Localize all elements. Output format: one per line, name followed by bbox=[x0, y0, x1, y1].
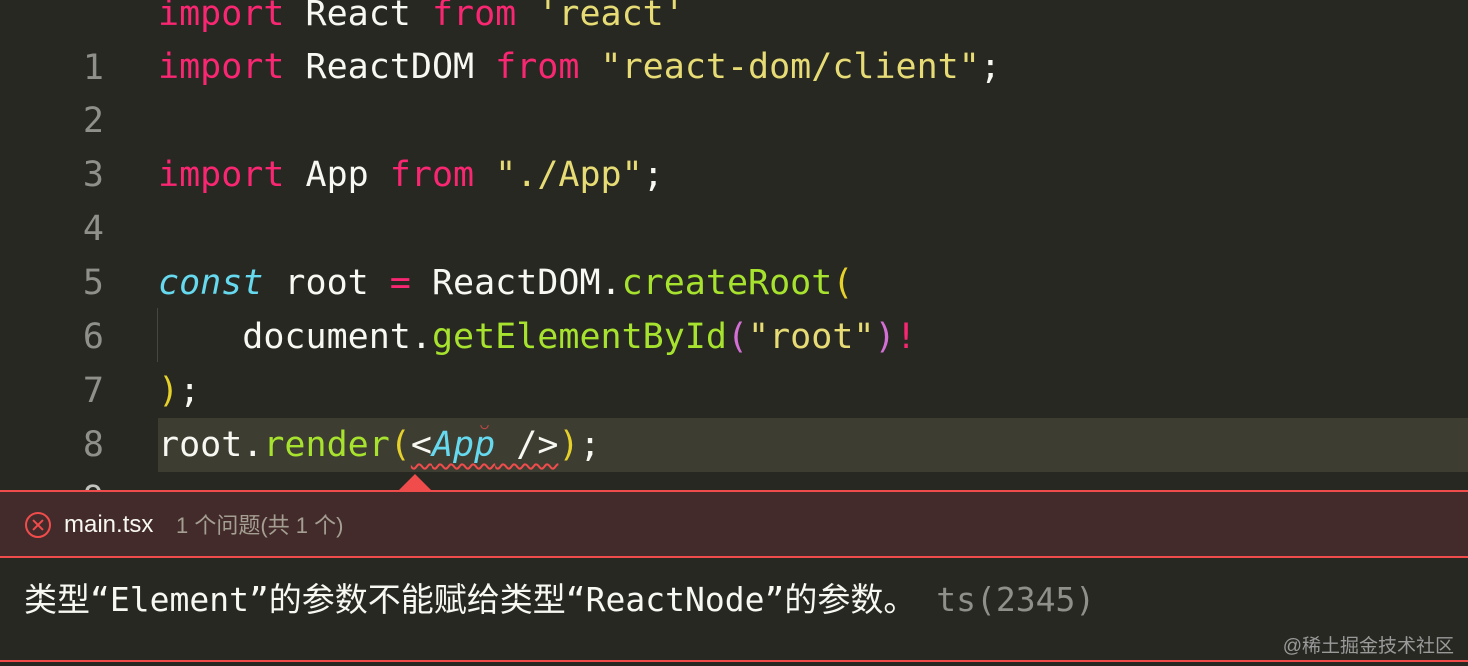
code-line[interactable]: 7 document.getElementById("root")! bbox=[0, 310, 1468, 411]
watermark: @稀土掘金技术社区 bbox=[1282, 636, 1454, 657]
line-code: ); bbox=[158, 364, 1468, 418]
peek-problem-count: 1 个问题(共 1 个) bbox=[176, 513, 344, 538]
token-plain: ReactDOM. bbox=[410, 263, 622, 303]
token-function: getElementById bbox=[431, 317, 727, 357]
token-function: render bbox=[263, 425, 390, 465]
token-bracket: ( bbox=[726, 317, 749, 357]
token-keyword: from bbox=[495, 47, 580, 87]
line-code: const root = ReactDOM.createRoot( bbox=[158, 256, 1468, 310]
token-function: createRoot bbox=[621, 263, 833, 303]
token-keyword: import bbox=[158, 47, 285, 87]
code-line[interactable]: 3 bbox=[0, 94, 1468, 195]
error-code[interactable]: ts(2345) bbox=[936, 580, 1095, 619]
line-code: document.getElementById("root")! bbox=[158, 310, 1468, 364]
token-keyword: from bbox=[389, 155, 475, 195]
peek-header: main.tsx 1 个问题(共 1 个) bbox=[0, 490, 1468, 558]
token-operator: = bbox=[389, 263, 411, 303]
code-line-current[interactable]: 9 root.render(<App />); bbox=[0, 418, 1468, 519]
token-plain: root. bbox=[158, 425, 264, 465]
token-plain: document. bbox=[158, 317, 432, 357]
token-punct: ; bbox=[642, 155, 664, 195]
token-punct: ; bbox=[979, 47, 1001, 87]
token-punct: ; bbox=[579, 425, 601, 465]
error-icon bbox=[25, 512, 51, 538]
token-operator: ! bbox=[895, 317, 917, 357]
token-component: App bbox=[431, 425, 496, 465]
code-line[interactable]: 5 bbox=[0, 202, 1468, 303]
token-tag-close: /> bbox=[495, 425, 559, 465]
code-line[interactable]: 8 ); bbox=[0, 364, 1468, 465]
peek-pointer bbox=[398, 474, 432, 491]
token-bracket: ) bbox=[158, 371, 180, 411]
code-line[interactable]: 4 import App from "./App"; bbox=[0, 148, 1468, 249]
code-editor[interactable]: 1 import React from 'react' 2 import Rea… bbox=[0, 0, 1468, 666]
code-line[interactable]: 6 const root = ReactDOM.createRoot( bbox=[0, 256, 1468, 357]
token-keyword: import bbox=[158, 155, 285, 195]
token-plain: React bbox=[284, 0, 432, 34]
token-punct: ; bbox=[179, 371, 201, 411]
token-bracket: ( bbox=[832, 263, 854, 303]
line-code: import App from "./App"; bbox=[158, 148, 1468, 202]
token-keyword: import bbox=[158, 0, 285, 34]
token-bracket: ) bbox=[558, 425, 580, 465]
line-code: import React from 'react' bbox=[158, 0, 1468, 41]
token-plain: root bbox=[263, 263, 390, 303]
error-squiggle[interactable]: <App /> bbox=[410, 425, 559, 465]
token-bracket: ( bbox=[389, 425, 411, 465]
code-line[interactable]: 2 import ReactDOM from "react-dom/client… bbox=[0, 40, 1468, 141]
token-storage: const bbox=[158, 263, 264, 303]
token-keyword: from bbox=[431, 0, 517, 34]
line-code: root.render(<App />); bbox=[158, 418, 1468, 472]
token-plain: App bbox=[284, 155, 390, 195]
error-message: 类型“Element”的参数不能赋给类型“ReactNode”的参数。 bbox=[24, 580, 917, 619]
token-string: "root" bbox=[748, 317, 875, 357]
line-code: import ReactDOM from "react-dom/client"; bbox=[158, 40, 1468, 94]
token-string: "./App" bbox=[495, 155, 643, 195]
code-line[interactable]: 1 import React from 'react' bbox=[0, 0, 1468, 88]
token-string: "react-dom/client" bbox=[600, 47, 980, 87]
peek-message: 类型“Element”的参数不能赋给类型“ReactNode”的参数。 ts(2… bbox=[24, 578, 1095, 622]
token-string: 'react' bbox=[537, 0, 685, 34]
peek-bottom-border bbox=[0, 660, 1468, 662]
peek-file-name[interactable]: main.tsx bbox=[64, 510, 153, 540]
problem-peek-widget: main.tsx 1 个问题(共 1 个) 类型“Element”的参数不能赋给… bbox=[0, 490, 1468, 666]
token-tag-open: < bbox=[410, 425, 432, 465]
token-bracket: ) bbox=[874, 317, 896, 357]
token-plain: ReactDOM bbox=[284, 47, 496, 87]
